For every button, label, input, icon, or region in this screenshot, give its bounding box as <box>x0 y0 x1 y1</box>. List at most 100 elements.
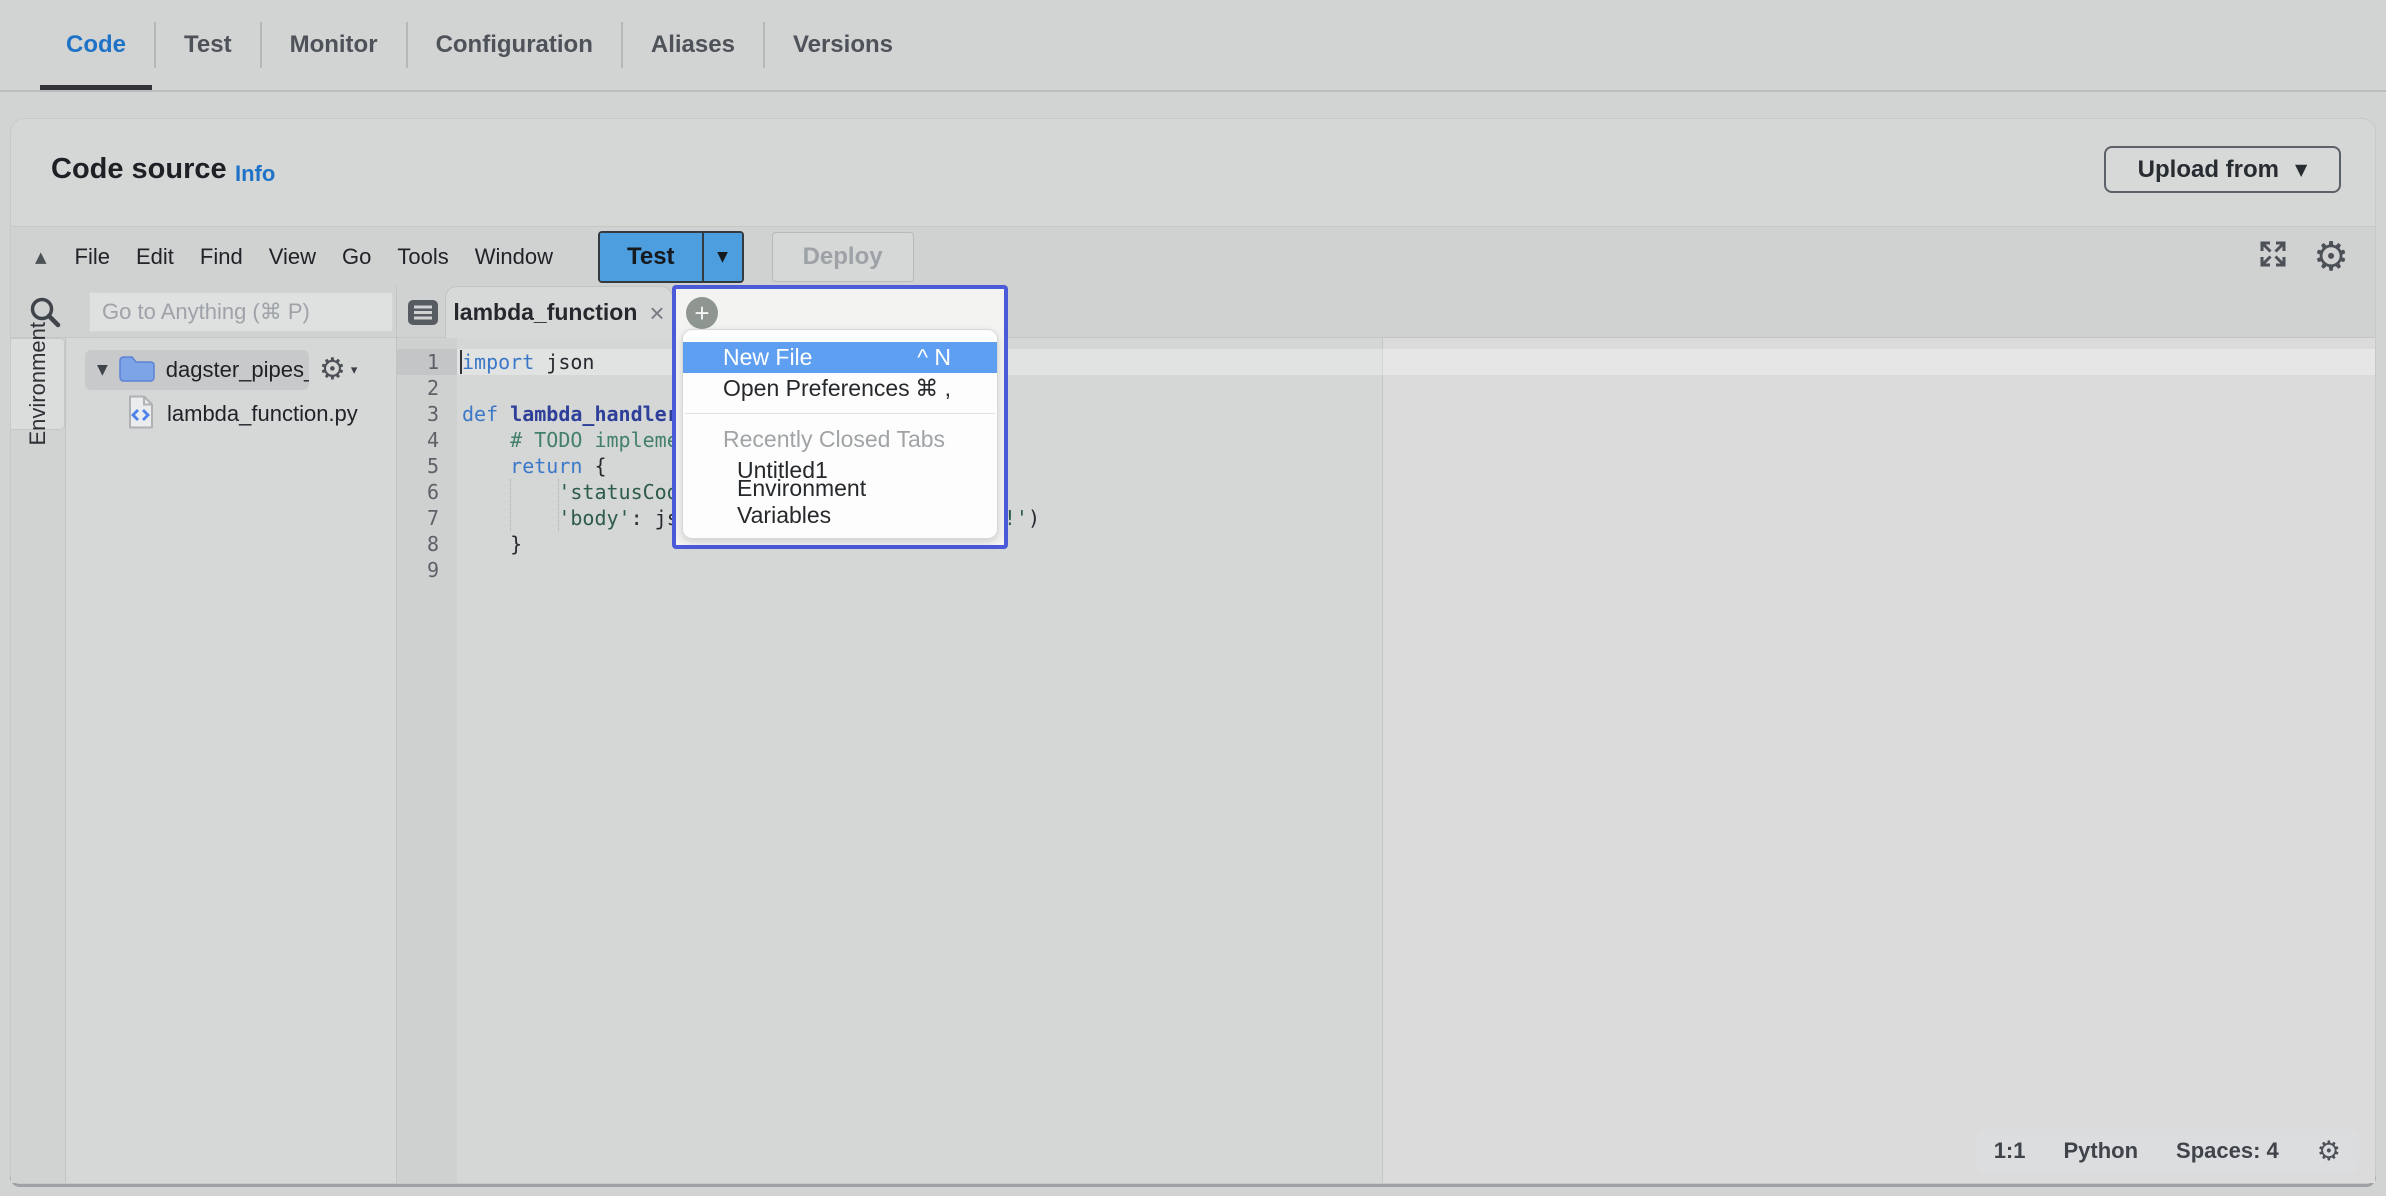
settings-gear-icon[interactable]: ⚙ <box>2313 237 2349 277</box>
context-menu-item-environment-variables[interactable]: Environment Variables <box>683 486 997 517</box>
add-tab-button[interactable]: + <box>686 297 718 329</box>
caret-down-icon: ▼ <box>717 249 728 265</box>
code-token: { <box>582 454 606 478</box>
menu-item-shortcut: ⌘ , <box>915 375 951 402</box>
code-token: import <box>462 350 534 374</box>
tree-settings-button[interactable]: ⚙ ▾ <box>319 355 357 385</box>
menu-item-label: Open Preferences <box>723 375 910 402</box>
lambda-code-page: CodeTestMonitorConfigurationAliasesVersi… <box>0 0 2386 1196</box>
gutter-number: 7 <box>397 505 457 531</box>
menu-item-edit[interactable]: Edit <box>136 244 174 270</box>
gutter-number: 3 <box>397 401 457 427</box>
deploy-button[interactable]: Deploy <box>772 232 914 282</box>
code-line <box>462 557 1040 583</box>
test-button[interactable]: Test <box>600 233 702 281</box>
nav-tab-aliases[interactable]: Aliases <box>623 0 763 90</box>
go-to-anything-input[interactable] <box>89 292 393 332</box>
tab-list-icon[interactable] <box>407 299 439 331</box>
new-tab-context-menu: + New File^ NOpen Preferences⌘ ,Recently… <box>672 285 1008 549</box>
menu-item-file[interactable]: File <box>75 244 110 270</box>
cursor-position[interactable]: 1:1 <box>1994 1138 2026 1164</box>
menu-item-shortcut: ^ N <box>917 344 951 371</box>
file-tree: ▼ dagster_pipes_funct ⚙ ▾ <box>67 338 396 1183</box>
gutter-number: 1 <box>397 349 457 375</box>
code-token: json <box>534 350 594 374</box>
menu-item-label: Environment Variables <box>737 475 951 529</box>
code-token <box>462 506 558 530</box>
tree-row-file[interactable]: lambda_function.py <box>67 396 396 432</box>
context-menu-list: New File^ NOpen Preferences⌘ ,Recently C… <box>682 329 998 539</box>
editor-main-area: Environment ▼ dagster_pipes_funct <box>11 286 2375 1183</box>
upload-from-button[interactable]: Upload from ▼ <box>2104 146 2341 193</box>
gutter-number: 2 <box>397 375 457 401</box>
info-link[interactable]: Info <box>235 161 275 187</box>
gutter-number: 9 <box>397 557 457 583</box>
nav-tab-test[interactable]: Test <box>156 0 260 90</box>
caret-down-icon: ▾ <box>351 363 358 378</box>
menu-item-view[interactable]: View <box>269 244 316 270</box>
code-token <box>462 480 558 504</box>
folder-expand-caret-icon[interactable]: ▼ <box>97 362 108 378</box>
page-title: Code source <box>51 153 227 186</box>
test-split-button[interactable]: Test ▼ <box>598 231 744 283</box>
menu-item-label: New File <box>723 344 812 371</box>
nav-divider <box>0 90 2386 92</box>
collapse-panel-icon[interactable]: ▲ <box>35 248 47 266</box>
python-file-icon <box>127 395 155 434</box>
folder-selection[interactable]: ▼ dagster_pipes_funct <box>85 350 309 390</box>
toolbar-right-icons: ⚙ <box>2257 237 2349 277</box>
code-token: def <box>462 402 498 426</box>
menubar-items: File Edit Find View Go Tools Window <box>75 244 553 270</box>
menu-item-window[interactable]: Window <box>475 244 553 270</box>
sidebar-toolbar <box>11 286 396 338</box>
code-token: lambda_handler <box>510 402 679 426</box>
fullscreen-icon[interactable] <box>2257 238 2289 275</box>
code-token: ) <box>1028 506 1040 530</box>
gutter-number: 4 <box>397 427 457 453</box>
code-token <box>498 402 510 426</box>
folder-icon <box>118 353 156 388</box>
menu-item-find[interactable]: Find <box>200 244 243 270</box>
context-menu-item-new-file[interactable]: New File ^ N <box>683 342 997 373</box>
nav-tab-configuration[interactable]: Configuration <box>408 0 621 90</box>
menu-item-go[interactable]: Go <box>342 244 371 270</box>
editor-tab-lambda-function[interactable]: lambda_function × <box>445 286 673 338</box>
nav-tabs: CodeTestMonitorConfigurationAliasesVersi… <box>38 0 921 90</box>
gutter-number: 5 <box>397 453 457 479</box>
tree-row-folder[interactable]: ▼ dagster_pipes_funct ⚙ ▾ <box>67 350 396 390</box>
status-gear-icon[interactable]: ⚙ <box>2317 1138 2341 1165</box>
language-mode[interactable]: Python <box>2063 1138 2138 1164</box>
caret-down-icon: ▼ <box>2295 160 2307 179</box>
menu-item-tools[interactable]: Tools <box>397 244 448 270</box>
gutter-number: 8 <box>397 531 457 557</box>
editor-tab-label: lambda_function <box>453 299 637 326</box>
text-cursor <box>460 350 462 374</box>
menu-separator <box>685 413 995 414</box>
gutter-number: 6 <box>397 479 457 505</box>
nav-tab-code[interactable]: Code <box>38 0 154 90</box>
code-token <box>462 454 510 478</box>
code-token: return <box>510 454 582 478</box>
code-token: # TODO implement <box>462 428 703 452</box>
code-token: } <box>462 532 522 556</box>
context-menu-item-open-preferences[interactable]: Open Preferences⌘ , <box>683 373 997 404</box>
menu-section-header: Recently Closed Tabs <box>683 423 997 455</box>
editor-gutter[interactable]: 123456789 <box>397 338 457 1183</box>
folder-name: dagster_pipes_funct <box>166 357 309 383</box>
sidebar-tab-environment[interactable]: Environment <box>11 338 65 430</box>
after-print-margin-zone <box>1382 338 2375 1183</box>
code-source-card: Code source Info Upload from ▼ ▲ File Edi… <box>10 118 2376 1184</box>
close-tab-icon[interactable]: × <box>649 300 664 326</box>
editor-status-bar: 1:1 Python Spaces: 4 ⚙ <box>1976 1129 2359 1173</box>
environment-strip: Environment <box>11 338 66 1183</box>
nav-tab-versions[interactable]: Versions <box>765 0 921 90</box>
nav-tab-monitor[interactable]: Monitor <box>262 0 406 90</box>
upload-from-label: Upload from <box>2138 156 2279 184</box>
code-token: 'body' <box>558 506 630 530</box>
gear-icon: ⚙ <box>319 355 346 385</box>
spaces-setting[interactable]: Spaces: 4 <box>2176 1138 2279 1164</box>
test-dropdown-arrow[interactable]: ▼ <box>702 233 742 281</box>
environment-tab-label: Environment <box>25 322 51 446</box>
print-margin-line <box>1382 338 1383 1183</box>
file-name: lambda_function.py <box>167 401 358 427</box>
